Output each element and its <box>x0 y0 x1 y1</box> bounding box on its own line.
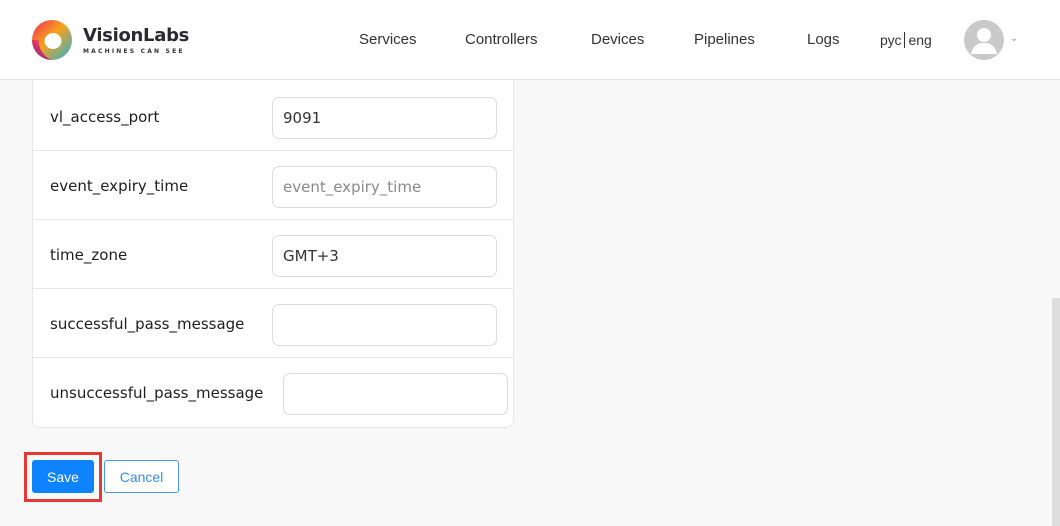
brand-tagline: MACHINES CAN SEE <box>83 47 185 55</box>
successful-pass-message-input[interactable] <box>272 304 497 346</box>
nav-controllers[interactable]: Controllers <box>465 31 538 48</box>
form-row: unsuccessful_pass_message <box>33 358 513 427</box>
vl-access-port-input[interactable] <box>272 97 497 139</box>
nav-devices[interactable]: Devices <box>591 31 644 48</box>
lang-divider <box>904 32 906 48</box>
cancel-button[interactable]: Cancel <box>104 460 179 493</box>
scrollbar-thumb[interactable] <box>1052 298 1060 526</box>
field-label: vl_access_port <box>50 108 160 126</box>
lang-en[interactable]: eng <box>908 32 931 48</box>
lang-ru[interactable]: рус <box>880 32 901 48</box>
form-row: vl_access_port <box>33 82 513 151</box>
field-label: unsuccessful_pass_message <box>50 384 264 402</box>
nav-pipelines[interactable]: Pipelines <box>694 31 755 48</box>
logo[interactable]: VisionLabs MACHINES CAN SEE <box>31 19 189 61</box>
field-label: event_expiry_time <box>50 177 189 195</box>
brand-name: VisionLabs <box>83 24 190 46</box>
event-expiry-time-input[interactable] <box>272 166 497 208</box>
form-row: time_zone <box>33 220 513 289</box>
user-avatar-icon[interactable] <box>964 20 1004 60</box>
unsuccessful-pass-message-input[interactable] <box>283 373 508 415</box>
form-row: successful_pass_message <box>33 289 513 358</box>
time-zone-input[interactable] <box>272 235 497 277</box>
field-label: successful_pass_message <box>50 315 245 333</box>
form-row: event_expiry_time <box>33 151 513 220</box>
field-label: time_zone <box>50 246 128 264</box>
visionlabs-logo-icon <box>32 20 72 60</box>
nav-logs[interactable]: Logs <box>807 31 840 48</box>
top-header: VisionLabs MACHINES CAN SEE Services Con… <box>0 0 1060 80</box>
settings-form-card: vl_access_port event_expiry_time time_zo… <box>32 80 514 428</box>
language-switcher: рус eng <box>880 32 932 48</box>
nav-services[interactable]: Services <box>359 31 417 48</box>
chevron-down-icon[interactable]: ⌄ <box>1010 33 1018 44</box>
save-button[interactable]: Save <box>32 460 94 493</box>
user-silhouette-icon <box>971 28 997 54</box>
